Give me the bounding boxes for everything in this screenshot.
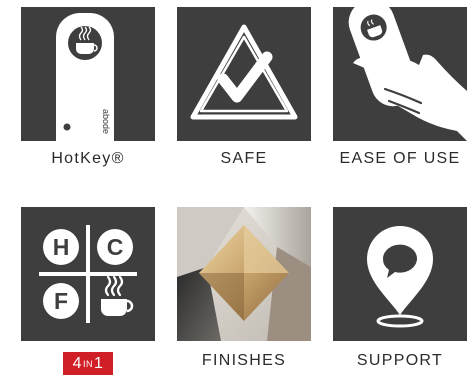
- letter-h: H: [53, 234, 70, 260]
- ease-label: EASE OF USE: [339, 150, 461, 167]
- material-swatches-image: [177, 207, 311, 341]
- hand-with-tag-icon: [348, 7, 467, 141]
- safe-label: SAFE: [220, 150, 268, 167]
- four-in-one-badge: 4IN1: [62, 352, 114, 375]
- hotkey-tile-box[interactable]: abode: [21, 7, 155, 141]
- ease-tile-box[interactable]: [333, 7, 467, 141]
- coffee-cup-icon: [101, 275, 134, 316]
- badge-main: 4: [72, 355, 82, 372]
- four-in-one-badge-wrap: 4IN1: [11, 352, 165, 375]
- location-pin-speech-icon: [367, 226, 433, 328]
- finishes-label: FINISHES: [201, 352, 287, 369]
- support-tile-box[interactable]: [333, 207, 467, 341]
- hcf-grid-icon: H C F: [39, 225, 137, 323]
- badge-end: 1: [94, 355, 104, 372]
- letter-f: F: [54, 288, 68, 314]
- four-in-one-tile-box[interactable]: H C F: [21, 207, 155, 341]
- badge-small: IN: [83, 359, 93, 369]
- letter-c: C: [107, 234, 124, 260]
- safe-tile-box[interactable]: [177, 7, 311, 141]
- warning-check-icon: [190, 24, 298, 120]
- hotkey-tag-icon: abode: [56, 13, 114, 141]
- support-label: SUPPORT: [356, 352, 444, 369]
- finishes-tile-box[interactable]: [177, 207, 311, 341]
- hotkey-label: HotKey®: [51, 150, 125, 167]
- hotkey-tag-text: abode: [101, 109, 111, 134]
